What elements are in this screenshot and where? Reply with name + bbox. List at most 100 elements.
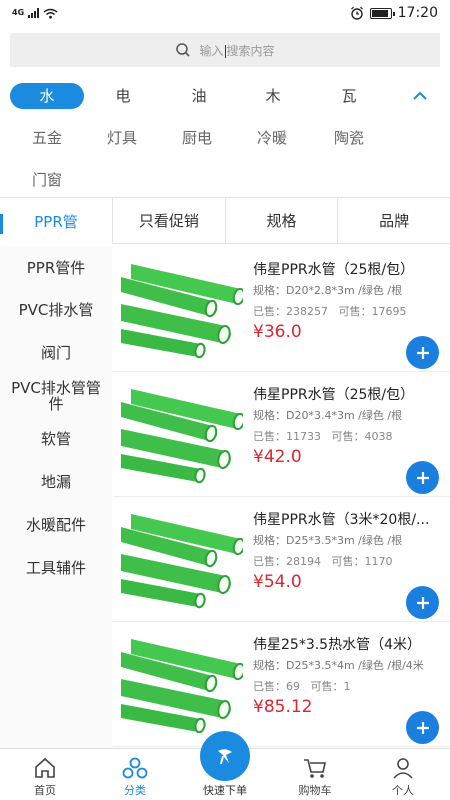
plus-icon [416, 471, 429, 484]
product-price: ¥42.0 [253, 447, 302, 467]
search-icon [176, 43, 191, 57]
filter-spec[interactable]: 规格 [224, 198, 338, 243]
tab-category-label: 分类 [124, 784, 146, 797]
alarm-icon [350, 6, 363, 20]
add-to-cart-button[interactable] [406, 336, 439, 369]
stock-label: 可售： [338, 305, 372, 318]
tab-profile[interactable]: 个人 [368, 757, 438, 798]
product-image[interactable] [121, 634, 246, 734]
pipe-image [121, 389, 246, 484]
collapse-categories-button[interactable] [400, 80, 440, 112]
person-icon [393, 758, 413, 779]
filter-brand[interactable]: 品牌 [337, 198, 450, 243]
battery-level [371, 9, 388, 17]
pipe-image [121, 264, 246, 359]
sidebar-item-label: PPR管 [34, 213, 78, 231]
subcategory-kitchen[interactable]: 厨电 [182, 127, 212, 148]
subcategory-hvac[interactable]: 冷暖 [257, 127, 287, 148]
search-placeholder-start: 输入 [199, 43, 224, 58]
product-title[interactable]: 伟星PPR水管（3米*20根/... [253, 509, 443, 529]
quick-order-button[interactable] [200, 731, 250, 781]
sold-count: 69 [286, 680, 300, 693]
sold-label: 已售： [253, 555, 286, 568]
filter-promotions-only[interactable]: 只看促销 [112, 198, 225, 243]
sidebar-item-hoses[interactable]: 软管 [0, 431, 112, 447]
sold-label: 已售： [253, 430, 286, 443]
pipe-image [121, 639, 246, 734]
sidebar-item-pvc-drain-pipe[interactable]: PVC排水管 [0, 302, 112, 318]
category-tabs: 水 电 油 木 瓦 [0, 80, 450, 112]
bottom-tabbar: 首页 分类 快速下单 购物车 个人 [0, 731, 450, 800]
tab-profile-label: 个人 [392, 784, 414, 797]
status-bar: 4G 17:20 [0, 0, 450, 26]
home-icon [35, 757, 55, 778]
sold-count: 11733 [286, 430, 321, 443]
sidebar-item-plumbing-accessories[interactable]: 水暖配件 [0, 517, 112, 533]
quick-order-label: 快速下单 [203, 784, 247, 797]
product-title[interactable]: 伟星PPR水管（25根/包） [253, 384, 443, 404]
product-title[interactable]: 伟星25*3.5热水管（4米） [253, 634, 443, 654]
product-stock: 已售：238257 可售：17695 [253, 303, 407, 319]
network-type: 4G [12, 8, 25, 17]
category-tab-wood[interactable]: 木 [236, 83, 310, 109]
sidebar: PPR管 PPR管件 PVC排水管 阀门 PVC排水管管件 软管 地漏 水暖配件… [0, 198, 112, 748]
category-tab-water[interactable]: 水 [10, 83, 84, 109]
sidebar-item-valves[interactable]: 阀门 [0, 345, 112, 361]
sidebar-item-ppr-pipe[interactable]: PPR管 [0, 198, 112, 246]
status-left: 4G [12, 8, 58, 19]
product-price: ¥85.12 [253, 697, 313, 717]
product-card[interactable]: 伟星25*3.5热水管（4米） 规格：D25*3.5*4m /绿色 /根/4米 … [113, 622, 450, 747]
product-price: ¥54.0 [253, 572, 302, 592]
tab-home-label: 首页 [34, 784, 56, 797]
tab-cart-label: 购物车 [298, 784, 332, 797]
tab-home[interactable]: 首页 [10, 757, 80, 798]
add-to-cart-button[interactable] [406, 461, 439, 494]
product-spec: 规格：D20*2.8*3m /绿色 /根 [253, 284, 403, 297]
subcategory-hardware[interactable]: 五金 [32, 127, 62, 148]
plus-icon [416, 721, 429, 734]
category-tab-tile[interactable]: 瓦 [312, 83, 386, 109]
add-to-cart-button[interactable] [406, 586, 439, 619]
subcategory-lighting[interactable]: 灯具 [107, 127, 137, 148]
stock-count: 17695 [371, 305, 407, 318]
sidebar-item-pvc-drain-fittings[interactable]: PVC排水管管件 [0, 380, 112, 412]
product-stock: 已售：11733 可售：4038 [253, 428, 393, 444]
search-placeholder-end: 搜索内容 [226, 43, 275, 58]
wifi-icon [43, 8, 58, 19]
product-card[interactable]: 伟星PPR水管（3米*20根/... 规格：D25*3.5*3m /绿色 /根 … [113, 497, 450, 622]
clock: 17:20 [397, 5, 438, 21]
sidebar-item-ppr-fittings[interactable]: PPR管件 [0, 260, 112, 276]
product-image[interactable] [121, 509, 246, 609]
sold-label: 已售： [253, 680, 286, 693]
category-icon [122, 757, 148, 779]
plus-icon [416, 596, 429, 609]
category-tab-electric[interactable]: 电 [86, 83, 160, 109]
stock-count: 4038 [364, 430, 393, 443]
subcategory-ceramics[interactable]: 陶瓷 [334, 127, 364, 148]
product-price: ¥36.0 [253, 322, 302, 342]
add-to-cart-button[interactable] [406, 711, 439, 744]
product-spec: 规格：D25*3.5*4m /绿色 /根/4米 [253, 659, 424, 672]
search-input[interactable]: 输入 搜索内容 [10, 33, 440, 67]
product-stock: 已售：28194 可售：1170 [253, 553, 393, 569]
plus-icon [416, 346, 429, 359]
chevron-up-icon [413, 91, 427, 100]
subcategory-doors-windows[interactable]: 门窗 [32, 169, 62, 190]
tab-cart[interactable]: 购物车 [280, 757, 350, 798]
product-image[interactable] [121, 259, 246, 359]
product-image[interactable] [121, 384, 246, 484]
battery-icon [369, 7, 395, 19]
category-tab-oil[interactable]: 油 [162, 83, 236, 109]
active-indicator [0, 214, 3, 234]
sold-label: 已售： [253, 305, 286, 318]
product-card[interactable]: 伟星PPR水管（25根/包） 规格：D20*2.8*3m /绿色 /根 已售：2… [113, 247, 450, 372]
product-card[interactable]: 伟星PPR水管（25根/包） 规格：D20*3.4*3m /绿色 /根 已售：1… [113, 372, 450, 497]
sold-count: 28194 [286, 555, 321, 568]
sidebar-item-floor-drain[interactable]: 地漏 [0, 474, 112, 490]
signal-icon [28, 8, 40, 18]
sidebar-item-tools[interactable]: 工具辅件 [0, 560, 112, 576]
product-title[interactable]: 伟星PPR水管（25根/包） [253, 259, 443, 279]
tab-category[interactable]: 分类 [100, 757, 170, 798]
text-cursor [224, 44, 226, 58]
cart-icon [304, 759, 326, 778]
